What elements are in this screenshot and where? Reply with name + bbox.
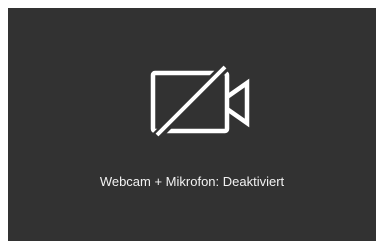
status-text: Webcam + Mikrofon: Deaktiviert — [99, 174, 285, 189]
video-camera-off-icon — [143, 63, 263, 143]
webcam-disabled-panel: Webcam + Mikrofon: Deaktiviert — [8, 8, 376, 241]
camera-lens-shape — [225, 78, 250, 128]
slash-line — [155, 65, 227, 137]
video-camera-off-svg — [150, 63, 250, 142]
